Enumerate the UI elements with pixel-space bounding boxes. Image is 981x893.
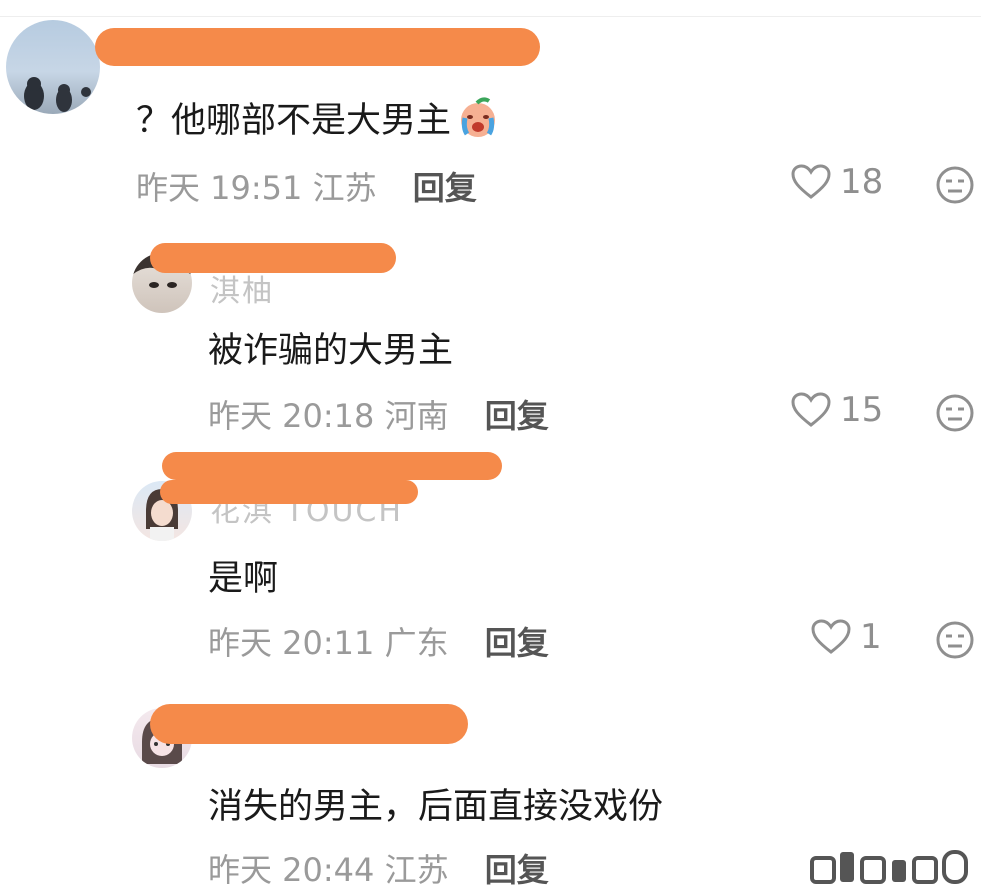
redaction-mark — [150, 243, 396, 273]
timestamp: 昨天 20:11 — [208, 624, 375, 662]
reply-button[interactable]: 回复 — [485, 851, 549, 889]
heart-outline-icon — [791, 164, 831, 199]
like-button[interactable]: 15 — [790, 390, 883, 430]
heart-outline-icon — [791, 392, 831, 427]
comment-text: 被诈骗的大男主 — [208, 331, 454, 371]
location: 江苏 — [384, 851, 449, 889]
comment-text: 消失的男主，后面直接没戏份 — [208, 787, 664, 827]
watermark — [810, 848, 970, 886]
neutral-face-icon[interactable] — [935, 620, 975, 660]
neutral-face-icon[interactable] — [935, 165, 975, 205]
redaction-mark — [150, 704, 468, 744]
like-count: 18 — [840, 162, 884, 202]
redaction-mark — [162, 452, 502, 480]
comment-meta: 昨天 20:44 江苏 回复 — [208, 845, 549, 891]
reply-button[interactable]: 回复 — [485, 397, 549, 435]
comment-meta: 昨天 20:11 广东 回复 — [208, 618, 549, 664]
redaction-mark — [95, 28, 540, 66]
like-count: 15 — [840, 390, 884, 430]
avatar-image — [24, 77, 91, 112]
reply-button[interactable]: 回复 — [485, 624, 549, 662]
avatar[interactable] — [6, 20, 100, 114]
crying-face-icon — [455, 96, 501, 138]
timestamp: 昨天 19:51 — [136, 169, 303, 207]
like-button[interactable]: 18 — [790, 162, 883, 202]
timestamp: 昨天 20:18 — [208, 397, 375, 435]
comment-meta: 昨天 19:51 江苏 回复 — [136, 163, 477, 209]
comment-meta: 昨天 20:18 河南 回复 — [208, 391, 549, 437]
location: 广东 — [384, 624, 449, 662]
comment-text: 是啊 — [208, 559, 279, 599]
like-button[interactable]: 1 — [810, 617, 882, 657]
comment-text: ？他哪部不是大男主 — [136, 92, 501, 143]
like-count: 1 — [860, 617, 882, 657]
location: 江苏 — [312, 169, 377, 207]
location: 河南 — [384, 397, 449, 435]
top-divider — [0, 16, 981, 17]
comment-text-content: ？他哪部不是大男主 — [136, 101, 452, 141]
timestamp: 昨天 20:44 — [208, 851, 375, 889]
reply-button[interactable]: 回复 — [413, 169, 477, 207]
heart-outline-icon — [811, 619, 851, 654]
redaction-mark — [160, 480, 418, 504]
neutral-face-icon[interactable] — [935, 393, 975, 433]
